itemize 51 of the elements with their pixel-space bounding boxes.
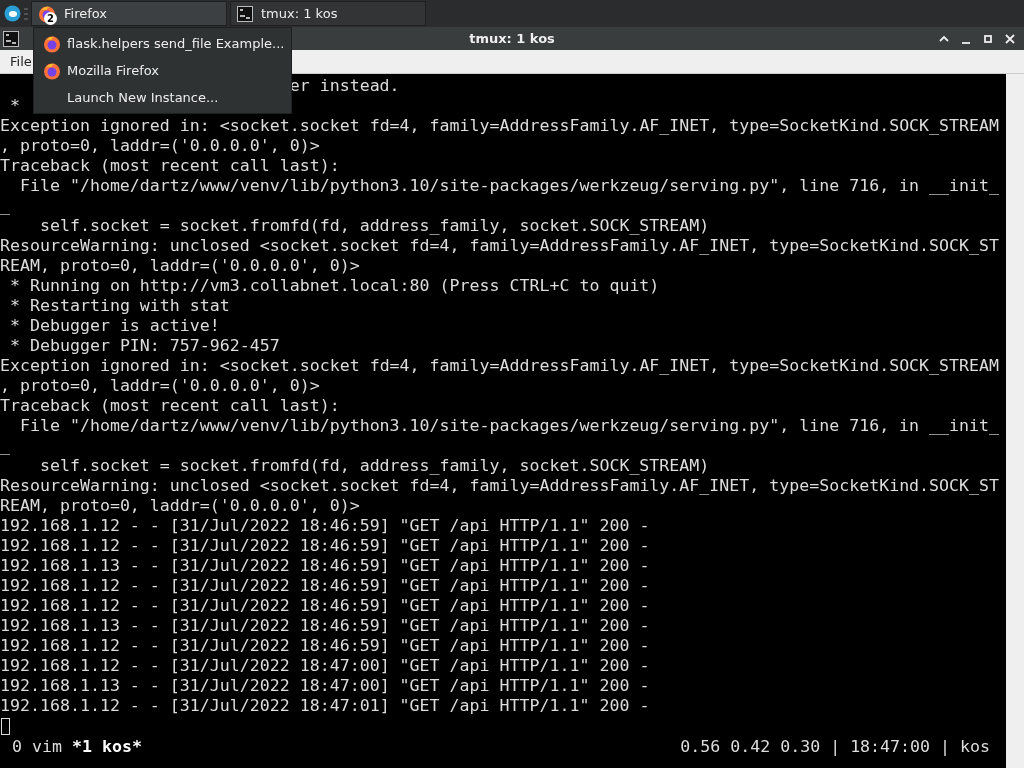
window-title: tmux: 1 kos (469, 31, 555, 46)
task-button[interactable]: 2 Firefox (31, 1, 227, 26)
terminal-line: * (10, 96, 20, 116)
terminal-line: File "/home/dartz/www/venv/lib/python3.10/site-packages/werkzeug/serving.py", line 716, in __init_ (19, 176, 1000, 196)
terminal-line: REAM, proto=0, laddr=('0.0.0.0', 0)> (0, 496, 360, 516)
terminal-line: , proto=0, laddr=('0.0.0.0', 0)> (0, 376, 320, 396)
cursor (1, 718, 10, 735)
terminal-line: 192.168.1.13 - - [31/Jul/2022 18:46:59] "GET /api HTTP/1.1" 200 - (0, 556, 650, 576)
terminal-line: 192.168.1.12 - - [31/Jul/2022 18:46:59] "GET /api HTTP/1.1" 200 - (0, 536, 650, 556)
popup-menu-item[interactable]: Mozilla Firefox (34, 57, 291, 84)
terminal-line: * Restarting with stat (10, 296, 230, 316)
tmux-window-label: 0 vim (12, 736, 62, 758)
grip-icon (24, 7, 28, 20)
count-badge: 2 (44, 12, 57, 25)
terminal-line: 192.168.1.12 - - [31/Jul/2022 18:46:59] "GET /api HTTP/1.1" 200 - (0, 596, 650, 616)
terminal-line: , proto=0, laddr=('0.0.0.0', 0)> (0, 136, 320, 156)
close-icon[interactable] (1004, 32, 1016, 45)
terminal-line: ResourceWarning: unclosed <socket.socket fd=4, family=AddressFamily.AF_INET, type=SocketKind.SOCK_ST (0, 476, 1000, 496)
terminal-line: Exception ignored in: <socket.socket fd=4, family=AddressFamily.AF_INET, type=SocketKind.SOCK_STREAM (0, 356, 1000, 376)
scrollbar[interactable] (1006, 74, 1024, 768)
terminal-line: 192.168.1.12 - - [31/Jul/2022 18:46:59] "GET /api HTTP/1.1" 200 - (0, 636, 650, 656)
terminal-line: Exception ignored in: <socket.socket fd=4, family=AddressFamily.AF_INET, type=SocketKind.SOCK_STREAM (0, 116, 1000, 136)
terminal-line: 192.168.1.13 - - [31/Jul/2022 18:47:00] "GET /api HTTP/1.1" 200 - (0, 676, 650, 696)
tmux-window-label: *1 kos* (71, 736, 142, 758)
terminal-line: * Debugger is active! (10, 316, 220, 336)
maximize-icon[interactable] (982, 32, 994, 45)
status-info: 0.56 0.42 0.30 | 18:47:00 | kos (680, 736, 990, 758)
terminal-line: 192.168.1.12 - - [31/Jul/2022 18:46:59] "GET /api HTTP/1.1" 200 - (0, 516, 650, 536)
terminal-line: * Debugger PIN: 757-962-457 (10, 336, 280, 356)
terminal-line: self.socket = socket.fromfd(fd, address_family, socket.SOCK_STREAM) (39, 216, 710, 236)
app-menu-icon[interactable] (4, 5, 21, 22)
terminal-line: REAM, proto=0, laddr=('0.0.0.0', 0)> (0, 256, 360, 276)
firefox-icon (43, 61, 61, 80)
popup-menu-item[interactable]: flask.helpers send_file Example... (34, 30, 291, 57)
terminal-icon (237, 5, 253, 22)
terminal-line: File "/home/dartz/www/venv/lib/python3.10/site-packages/werkzeug/serving.py", line 716, in __init_ (19, 416, 1000, 436)
task-button[interactable]: tmux: 1 kos (230, 1, 426, 26)
terminal-line: ResourceWarning: unclosed <socket.socket fd=4, family=AddressFamily.AF_INET, type=SocketKind.SOCK_ST (0, 236, 1000, 256)
terminal-icon (3, 30, 19, 47)
terminal-line: 192.168.1.12 - - [31/Jul/2022 18:47:01] "GET /api HTTP/1.1" 200 - (0, 696, 650, 716)
terminal-line: _ (0, 196, 10, 216)
firefox-icon (43, 34, 61, 53)
terminal-line: 192.168.1.13 - - [31/Jul/2022 18:46:59] "GET /api HTTP/1.1" 200 - (0, 616, 650, 636)
terminal-line: _ (0, 436, 10, 456)
terminal-line: Traceback (most recent call last): (0, 156, 340, 176)
popup-menu-item[interactable]: Launch New Instance... (34, 84, 291, 111)
terminal-line: Traceback (most recent call last): (0, 396, 340, 416)
terminal-line: * Running on http://vm3.collabnet.local:80 (Press CTRL+C to quit) (10, 276, 660, 296)
terminal-line: 192.168.1.12 - - [31/Jul/2022 18:46:59] "GET /api HTTP/1.1" 200 - (0, 576, 650, 596)
terminal-line: 192.168.1.12 - - [31/Jul/2022 18:47:00] "GET /api HTTP/1.1" 200 - (0, 656, 650, 676)
terminal-line: self.socket = socket.fromfd(fd, address_family, socket.SOCK_STREAM) (39, 456, 710, 476)
